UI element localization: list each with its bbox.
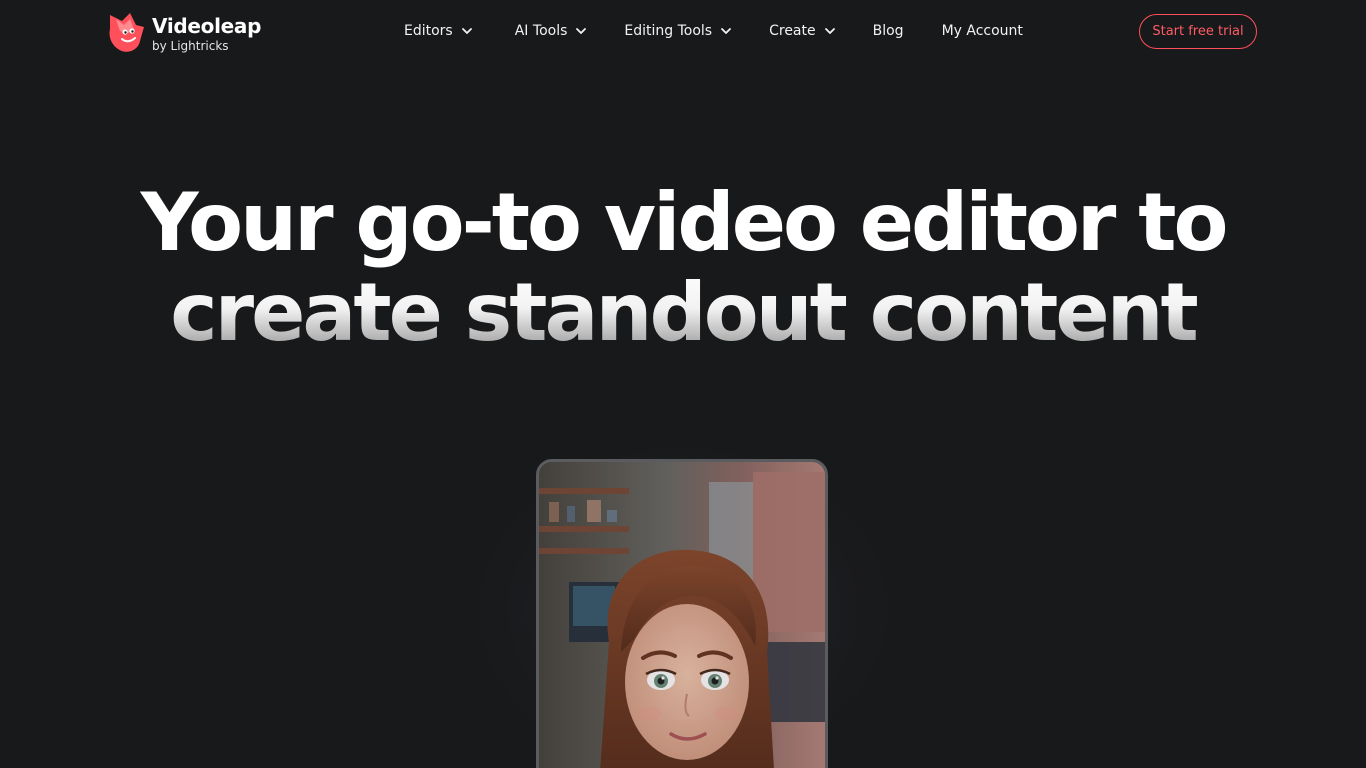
chevron-down-icon (721, 28, 731, 34)
logo-text: Videoleap by Lightricks (152, 14, 261, 52)
phone-mockup (536, 459, 828, 768)
nav-item-ai-tools[interactable]: AI Tools (515, 23, 588, 39)
start-free-trial-button[interactable]: Start free trial (1139, 14, 1257, 49)
animated-avatar-preview-icon (539, 462, 825, 768)
brand-byline: by Lightricks (152, 39, 229, 53)
nav-item-label: Editors (404, 23, 453, 39)
nav-item-label: Blog (872, 23, 904, 39)
hero-headline-line-2: create standout content (0, 268, 1366, 358)
hero-section: Your go-to video editor to create stando… (0, 178, 1366, 358)
nav-item-create[interactable]: Create (769, 23, 836, 39)
nav-item-editors[interactable]: Editors (404, 23, 473, 39)
nav-item-label: AI Tools (514, 23, 568, 39)
nav-item-editing-tools[interactable]: Editing Tools (624, 23, 732, 39)
chevron-down-icon (824, 28, 835, 34)
chevron-down-icon (576, 28, 587, 34)
chevron-down-icon (461, 28, 472, 34)
nav-item-label: Editing Tools (624, 23, 713, 39)
hero-headline-line-1: Your go-to video editor to (140, 176, 1229, 269)
main-nav: Editors AI Tools Editing Tools Create Bl… (404, 0, 1023, 62)
nav-item-label: My Account (941, 23, 1023, 39)
brand-name: Videoleap (152, 14, 262, 38)
hero-headline: Your go-to video editor to create stando… (0, 178, 1366, 358)
nav-item-blog[interactable]: Blog (873, 23, 904, 39)
nav-item-label: Create (769, 23, 816, 39)
nav-item-my-account[interactable]: My Account (942, 23, 1023, 39)
site-header: Videoleap by Lightricks Editors AI Tools… (0, 0, 1366, 64)
page: Videoleap by Lightricks Editors AI Tools… (0, 0, 1366, 768)
videoleap-logo-icon (109, 13, 144, 52)
logo-link[interactable]: Videoleap by Lightricks (106, 10, 261, 56)
